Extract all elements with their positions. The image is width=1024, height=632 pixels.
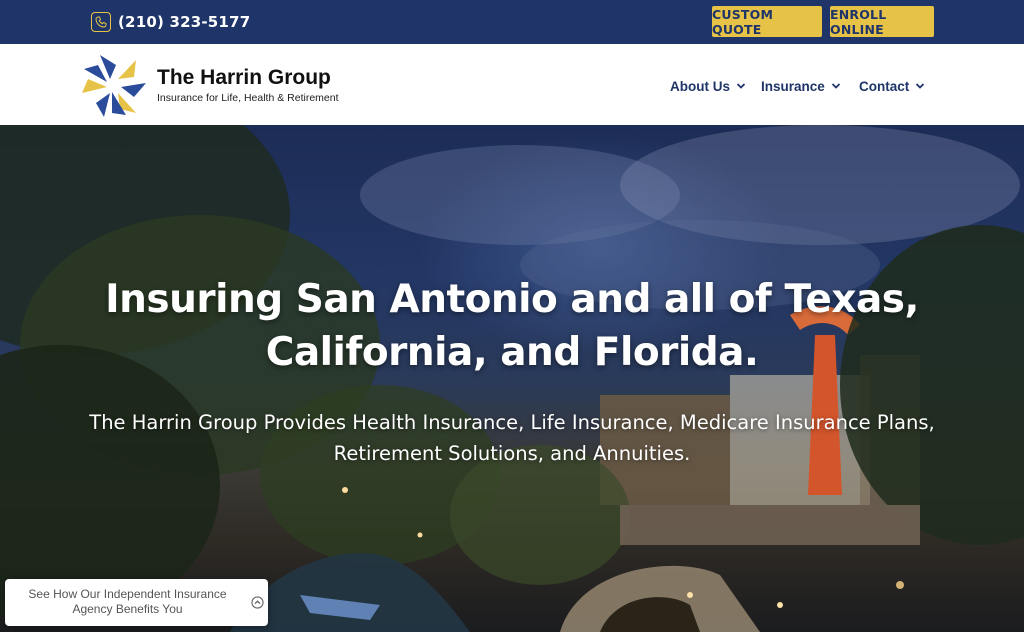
chat-prompt-widget[interactable]: See How Our Independent Insurance Agency… [5, 579, 268, 626]
enroll-online-button[interactable]: ENROLL ONLINE [830, 6, 934, 37]
chevron-down-icon [916, 83, 925, 89]
logo-title: The Harrin Group [157, 66, 331, 89]
phone-number: (210) 323-5177 [118, 13, 251, 31]
chevron-up-circle-icon[interactable] [251, 596, 264, 609]
logo-mark-icon [82, 55, 146, 117]
phone-icon [91, 12, 111, 32]
nav-about-us-label: About Us [670, 78, 730, 94]
chevron-down-icon [831, 83, 840, 89]
site-header: The Harrin Group Insurance for Life, Hea… [0, 44, 1024, 125]
nav-insurance-label: Insurance [761, 78, 825, 94]
nav-about-us[interactable]: About Us [670, 77, 746, 95]
custom-quote-button[interactable]: CUSTOM QUOTE [712, 6, 822, 37]
top-bar: (210) 323-5177 CUSTOM QUOTE ENROLL ONLIN… [0, 0, 1024, 44]
site-logo[interactable]: The Harrin Group Insurance for Life, Hea… [81, 52, 351, 118]
chevron-down-icon [736, 83, 746, 89]
hero-headline: Insuring San Antonio and all of Texas, C… [105, 277, 919, 375]
hero-subheadline: The Harrin Group Provides Health Insuran… [89, 411, 935, 465]
nav-contact[interactable]: Contact [859, 77, 925, 95]
chat-prompt-text: See How Our Independent Insurance Agency… [28, 587, 227, 616]
phone-link[interactable]: (210) 323-5177 [91, 10, 250, 34]
logo-tagline: Insurance for Life, Health & Retirement [157, 92, 339, 104]
hero-banner: Insuring San Antonio and all of Texas, C… [0, 125, 1024, 632]
nav-insurance[interactable]: Insurance [761, 77, 841, 95]
nav-contact-label: Contact [859, 78, 910, 94]
